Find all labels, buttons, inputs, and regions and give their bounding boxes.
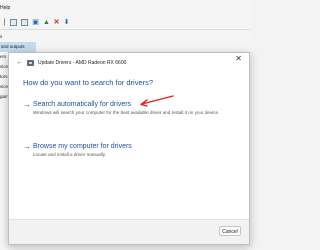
update-drivers-dialog: ✕ ← Update Drivers - AMD Radeon RX 6600 … — [8, 52, 250, 245]
cancel-button[interactable]: Cancel — [219, 226, 241, 236]
arrow-right-icon: → — [23, 142, 31, 151]
dialog-heading: How do you want to search for drivers? — [23, 78, 154, 87]
dialog-footer: Cancel — [9, 219, 249, 244]
option-description: Windows will search your computer for th… — [33, 110, 220, 115]
arrow-right-icon: → — [23, 100, 31, 109]
back-arrow-icon[interactable]: ← — [16, 59, 23, 67]
display-adapter-icon — [27, 60, 34, 66]
option-title[interactable]: Browse my computer for drivers — [33, 142, 132, 151]
option-description: Locate and install a driver manually. — [33, 152, 106, 157]
red-annotation-arrow-icon — [140, 95, 174, 107]
dialog-title: Update Drivers - AMD Radeon RX 6600 — [38, 60, 127, 66]
close-icon[interactable]: ✕ — [235, 55, 242, 63]
option-title[interactable]: Search automatically for drivers — [33, 100, 131, 109]
